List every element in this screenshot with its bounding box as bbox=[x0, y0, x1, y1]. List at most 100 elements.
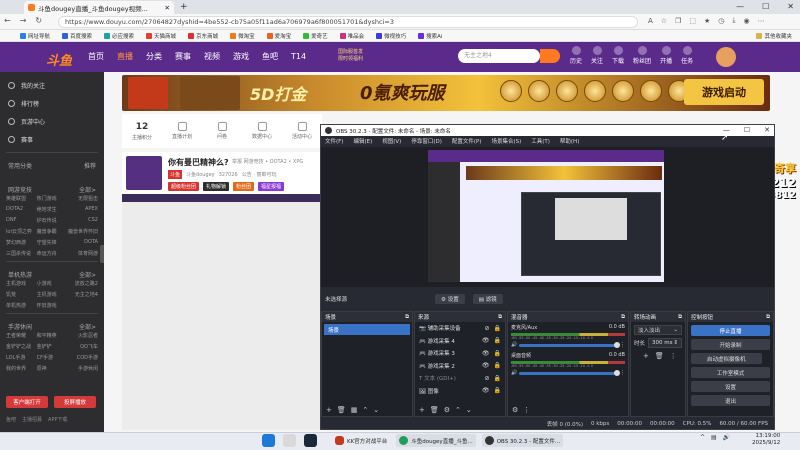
category-link[interactable]: 火影忍者 bbox=[67, 332, 98, 339]
lock-icon[interactable]: 🔒 bbox=[494, 387, 501, 394]
room-cover-image[interactable] bbox=[126, 156, 162, 190]
extensions-icon[interactable]: ⬚ bbox=[689, 17, 696, 25]
bookmark-item[interactable]: 搜索Ai bbox=[418, 32, 442, 40]
sidebar-item-follow[interactable]: 我的关注 bbox=[0, 76, 104, 94]
category-link[interactable]: 王者荣耀 bbox=[6, 332, 37, 339]
bookmark-item[interactable]: 百度搜索 bbox=[62, 32, 92, 40]
slider-handle[interactable] bbox=[614, 369, 620, 376]
category-link[interactable]: 主机游戏 bbox=[6, 280, 37, 287]
bookmark-item[interactable]: 网址导航 bbox=[20, 32, 50, 40]
close-icon[interactable]: ✕ bbox=[764, 126, 770, 134]
chevron-up-icon[interactable]: ^ bbox=[700, 434, 705, 441]
visibility-icon[interactable]: ⊘ bbox=[484, 325, 489, 332]
volume-slider[interactable] bbox=[519, 369, 620, 376]
footer-link[interactable]: APP下载 bbox=[48, 416, 67, 423]
bookmark-item[interactable]: 必应搜索 bbox=[104, 32, 134, 40]
source-item[interactable]: 🎮 游戏采集 2 👁 🔒 bbox=[415, 360, 505, 373]
refresh-icon[interactable]: ↻ bbox=[35, 16, 42, 25]
minimize-icon[interactable]: — bbox=[736, 2, 744, 11]
open-client-button[interactable]: 客户端打开 bbox=[6, 396, 48, 408]
gear-icon[interactable]: ⚙ bbox=[765, 355, 770, 362]
bookmark-item[interactable]: 爱淘宝 bbox=[266, 32, 291, 40]
stop-streaming-button[interactable]: 停止直播 bbox=[691, 325, 770, 336]
streamer-name[interactable]: 斗鱼dougey bbox=[186, 171, 215, 178]
stat-live-plan[interactable]: 直播计划 bbox=[162, 122, 202, 140]
kebab-menu-icon[interactable]: ⋮ bbox=[620, 370, 625, 376]
menu-profile[interactable]: 配置文件(P) bbox=[452, 137, 482, 145]
category-link[interactable]: QQ飞车 bbox=[67, 343, 98, 350]
bookmark-item[interactable]: 京东商城 bbox=[188, 32, 218, 40]
bookmark-item[interactable]: 唯品会 bbox=[339, 32, 364, 40]
category-link[interactable]: 手游休闲 bbox=[67, 365, 98, 372]
kebab-menu-icon[interactable]: ⋮ bbox=[523, 406, 530, 414]
fanclub-button[interactable]: 粉丝团 bbox=[633, 46, 651, 65]
video-player[interactable] bbox=[122, 202, 322, 430]
explorer-icon[interactable] bbox=[283, 434, 296, 447]
category-link[interactable]: 梦幻西游 bbox=[6, 239, 37, 246]
sidebar-item-ranking[interactable]: 排行榜 bbox=[0, 94, 104, 112]
history-button[interactable]: 历史 bbox=[570, 46, 582, 65]
source-item[interactable]: 🎮 游戏采集 3 👁 🔒 bbox=[415, 347, 505, 360]
dock-menu-icon[interactable]: ⧉ bbox=[621, 314, 625, 321]
category-link[interactable]: 饥荒 bbox=[6, 291, 37, 298]
nav-games[interactable]: 游戏 bbox=[233, 51, 249, 62]
category-link[interactable]: 英雄联盟 bbox=[6, 195, 37, 202]
douyu-search-input[interactable]: 无主之地4 bbox=[458, 49, 540, 63]
move-down-icon[interactable]: ⌄ bbox=[373, 406, 379, 414]
collections-icon[interactable]: ❐ bbox=[675, 17, 681, 25]
category-link[interactable]: 热门游戏 bbox=[37, 195, 68, 202]
room-tag[interactable]: 粉丝团 bbox=[233, 182, 255, 191]
category-link[interactable]: 守望先锋 bbox=[37, 239, 68, 246]
dock-menu-icon[interactable]: ⧉ bbox=[678, 314, 682, 321]
slider-handle[interactable] bbox=[614, 341, 620, 348]
search-promo[interactable]: 国际服首发 限时领福利 bbox=[338, 49, 363, 63]
gear-icon[interactable]: ⚙ bbox=[444, 406, 450, 414]
category-link[interactable]: lol云顶之弈 bbox=[6, 228, 37, 235]
lock-icon[interactable]: 🔒 bbox=[494, 362, 501, 369]
volume-icon[interactable]: 🔊 bbox=[723, 434, 730, 441]
category-link[interactable]: 小游戏 bbox=[37, 280, 68, 287]
eye-icon[interactable]: 👁 bbox=[482, 350, 490, 357]
move-down-icon[interactable]: ⌄ bbox=[466, 406, 472, 414]
kebab-menu-icon[interactable]: ⋮ bbox=[670, 352, 677, 360]
maximize-icon[interactable]: ☐ bbox=[744, 126, 750, 134]
category-link[interactable]: LOL手游 bbox=[6, 354, 37, 361]
dock-menu-icon[interactable]: ⧉ bbox=[405, 314, 409, 321]
dock-menu-icon[interactable]: ⧉ bbox=[766, 314, 770, 321]
nav-video[interactable]: 视频 bbox=[204, 51, 220, 62]
filter-icon[interactable]: ▦ bbox=[351, 406, 358, 414]
close-tab-icon[interactable]: ✕ bbox=[165, 4, 170, 12]
category-link[interactable]: 和平精英 bbox=[37, 332, 68, 339]
nav-events[interactable]: 赛事 bbox=[175, 51, 191, 62]
category-link[interactable]: APEX bbox=[67, 206, 98, 213]
stat-data-center[interactable]: 数据中心 bbox=[242, 122, 282, 140]
exit-button[interactable]: 退出 bbox=[691, 395, 770, 406]
nav-t14[interactable]: T14 bbox=[291, 52, 306, 61]
bookmark-item[interactable]: 微淘宝 bbox=[230, 32, 255, 40]
gear-icon[interactable]: ⚙ bbox=[512, 406, 518, 414]
category-link[interactable]: 流放之路2 bbox=[67, 280, 98, 287]
category-link[interactable]: 绝地求生 bbox=[37, 206, 68, 213]
close-icon[interactable]: ✕ bbox=[787, 2, 794, 11]
menu-view[interactable]: 视图(V) bbox=[382, 137, 401, 145]
move-up-icon[interactable]: ⌃ bbox=[455, 406, 461, 414]
favorite-star-icon[interactable]: ☆ bbox=[661, 17, 667, 25]
studio-mode-button[interactable]: 工作室模式 bbox=[691, 367, 770, 378]
trash-icon[interactable]: 🗑 bbox=[655, 352, 664, 360]
follow-button[interactable]: 关注 bbox=[591, 46, 603, 65]
category-link[interactable]: 怀旧游戏 bbox=[37, 302, 68, 309]
start-recording-button[interactable]: 开始录制 bbox=[691, 339, 770, 350]
steam-icon[interactable] bbox=[304, 434, 317, 447]
network-icon[interactable]: ▤ bbox=[711, 434, 717, 441]
room-tag[interactable]: 礼物解锁 bbox=[203, 182, 230, 191]
category-link[interactable]: 单机热游 bbox=[6, 302, 37, 309]
eye-icon[interactable]: 👁 bbox=[482, 362, 490, 369]
category-link[interactable]: DNF bbox=[6, 217, 37, 224]
category-link[interactable]: COD手游 bbox=[67, 354, 98, 361]
history-icon[interactable]: ◷ bbox=[718, 17, 724, 25]
download-button[interactable]: 下载 bbox=[612, 46, 624, 65]
category-link[interactable]: 魔兽世界怀旧 bbox=[67, 228, 98, 235]
speaker-icon[interactable]: 🔊 bbox=[511, 370, 517, 376]
dock-menu-icon[interactable]: ⧉ bbox=[498, 314, 502, 321]
source-filters-button[interactable]: ▤ 滤镜 bbox=[472, 294, 503, 304]
